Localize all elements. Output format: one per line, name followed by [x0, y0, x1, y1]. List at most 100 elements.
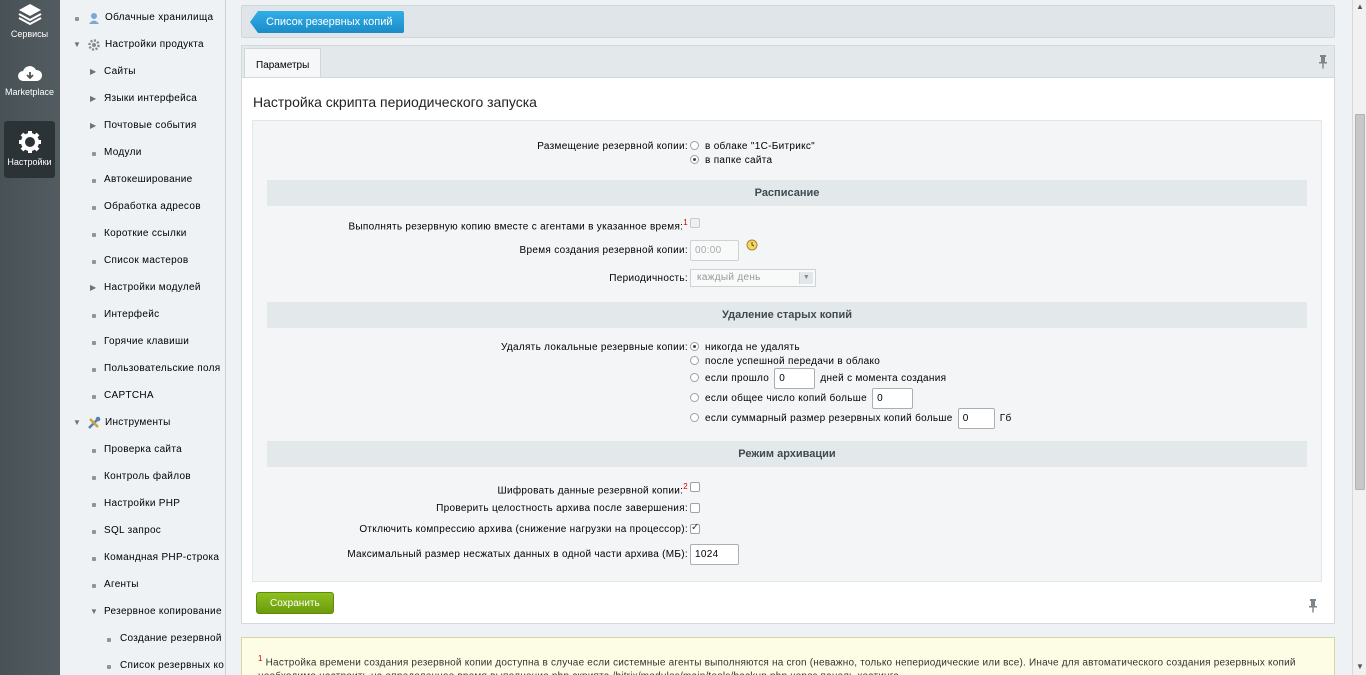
cleanup-never-option[interactable]: никогда не удалять [690, 342, 800, 353]
check-integrity-wrap [690, 503, 700, 515]
menu-item-label: Почтовые события [104, 120, 197, 131]
cleanup-after-upload-option[interactable]: после успешной передачи в облако [690, 356, 880, 367]
bullet-icon [92, 152, 96, 156]
gear-icon [18, 131, 41, 153]
chevron-right-icon: ▶ [90, 94, 97, 103]
menu-item-label: SQL запрос [104, 525, 162, 536]
cleanup-size-label: если суммарный размер резервных копий бо… [705, 413, 953, 425]
settings-menu: Облачные хранилища ▼ Настройки продукта … [60, 0, 226, 675]
tools-icon [88, 416, 101, 429]
menu-item-label: Настройки модулей [104, 282, 201, 293]
max-size-wrap: 1024 [690, 544, 739, 565]
cleanup-count-input[interactable]: 0 [872, 388, 914, 409]
check-integrity-label: Проверить целостность архива после завер… [436, 503, 688, 514]
cleanup-count-radio[interactable] [690, 393, 699, 403]
services-button[interactable]: Сервисы [4, 2, 55, 42]
placement-folder-radio[interactable] [690, 155, 699, 164]
section-schedule: Расписание [267, 180, 1307, 206]
menu-item-label: Короткие ссылки [104, 228, 187, 239]
scroll-down-icon[interactable]: ▼ [1356, 662, 1364, 671]
cleanup-size-option[interactable]: если суммарный размер резервных копий бо… [690, 408, 1012, 429]
bullet-icon [92, 260, 96, 264]
menu-item-label: Создание резервной [120, 633, 222, 644]
cleanup-size-radio[interactable] [690, 413, 699, 423]
bullet-icon [92, 557, 96, 561]
bullet-icon [92, 233, 96, 237]
marketplace-label: Marketplace [4, 87, 55, 97]
placement-cloud-radio[interactable] [690, 141, 699, 150]
time-input[interactable]: 00:00 [690, 239, 739, 261]
max-size-input[interactable]: 1024 [690, 544, 739, 565]
save-button[interactable]: Сохранить [256, 592, 334, 614]
settings-form: Размещение резервной копии: в облаке "1С… [252, 120, 1322, 582]
bullet-icon [107, 665, 111, 669]
cleanup-size-unit: Гб [999, 413, 1012, 425]
cleanup-days-label: если прошло [705, 373, 770, 385]
menu-item-label: Облачные хранилища [105, 12, 214, 23]
no-compress-label: Отключить компрессию архива (снижение на… [359, 524, 688, 535]
chevron-down-icon: ▼ [73, 40, 82, 49]
page-scrollbar[interactable]: ▲ ▼ [1352, 0, 1366, 675]
settings-label: Настройки [7, 157, 52, 167]
cloud-download-icon [17, 66, 42, 81]
cleanup-days-radio[interactable] [690, 373, 699, 383]
menu-item-label: Контроль файлов [104, 471, 191, 482]
no-compress-wrap [690, 522, 700, 536]
tab-parameters[interactable]: Параметры [244, 48, 322, 78]
marketplace-button[interactable]: Marketplace [4, 64, 55, 104]
scrollbar-thumb[interactable] [1355, 114, 1365, 490]
no-compress-checkbox[interactable] [690, 522, 700, 534]
placement-cloud-option[interactable]: в облаке "1С-Битрикс" [690, 141, 815, 152]
settings-button[interactable]: Настройки [4, 121, 55, 178]
menu-item-label: Список мастеров [104, 255, 189, 266]
max-size-label: Максимальный размер несжатых данных в од… [347, 549, 688, 560]
bullet-icon [92, 206, 96, 210]
check-integrity-checkbox[interactable] [690, 503, 700, 513]
cleanup-count-option[interactable]: если общее число копий больше 0 [690, 388, 914, 409]
bullet-icon [92, 314, 96, 318]
placement-folder-option[interactable]: в папке сайта [690, 155, 772, 166]
main-area: Список резервных копий Параметры Настрой… [226, 0, 1352, 675]
cleanup-days-option[interactable]: если прошло 0 дней с момента создания [690, 368, 946, 389]
left-toolbar: Сервисы Marketplace Настройки [0, 0, 60, 675]
chevron-right-icon: ▶ [90, 121, 97, 130]
pin-icon[interactable] [1308, 599, 1318, 613]
bullet-icon [92, 503, 96, 507]
footnote-box: 1 Настройка времени создания резервной к… [241, 637, 1335, 675]
menu-item-label: Инструменты [105, 417, 171, 428]
scroll-up-icon[interactable]: ▲ [1356, 2, 1364, 11]
agents-checkbox-wrap [690, 218, 700, 230]
menu-item-label: Пользовательские поля [104, 363, 221, 374]
bullet-icon [92, 530, 96, 534]
chevron-right-icon: ▶ [90, 67, 97, 76]
bullet-icon [92, 395, 96, 399]
chevron-right-icon: ▶ [90, 283, 97, 292]
cleanup-count-label: если общее число копий больше [705, 393, 867, 405]
agents-checkbox[interactable] [690, 218, 700, 228]
agents-label: Выполнять резервную копию вместе с агент… [348, 218, 688, 233]
cleanup-never-label: никогда не удалять [705, 342, 800, 353]
menu-item-label: Автокеширование [104, 174, 193, 185]
bullet-icon [92, 476, 96, 480]
cleanup-never-radio[interactable] [690, 342, 699, 351]
cleanup-after-upload-radio[interactable] [690, 356, 699, 365]
bullet-icon [92, 449, 96, 453]
encrypt-checkbox[interactable] [690, 482, 700, 492]
cleanup-after-upload-label: после успешной передачи в облако [705, 356, 881, 367]
bullet-icon [92, 584, 96, 588]
encrypt-label: Шифровать данные резервной копии:2 [497, 482, 688, 497]
backup-list-button[interactable]: Список резервных копий [250, 11, 405, 33]
menu-item-label: Модули [104, 147, 142, 158]
page-title: Настройка скрипта периодического запуска [253, 94, 537, 110]
cloud-user-icon [89, 13, 99, 24]
cleanup-size-input[interactable]: 0 [957, 408, 995, 429]
settings-panel: Настройка скрипта периодического запуска… [241, 77, 1335, 624]
period-select[interactable]: каждый день ▼ [690, 269, 816, 287]
chevron-down-icon: ▼ [799, 272, 813, 284]
menu-item-label: CAPTCHA [104, 390, 154, 401]
bullet-icon [75, 17, 79, 21]
clock-icon[interactable] [746, 239, 758, 251]
cleanup-days-input[interactable]: 0 [774, 368, 816, 389]
menu-item-label: Настройки PHP [104, 498, 181, 509]
pin-icon[interactable] [1318, 55, 1328, 69]
